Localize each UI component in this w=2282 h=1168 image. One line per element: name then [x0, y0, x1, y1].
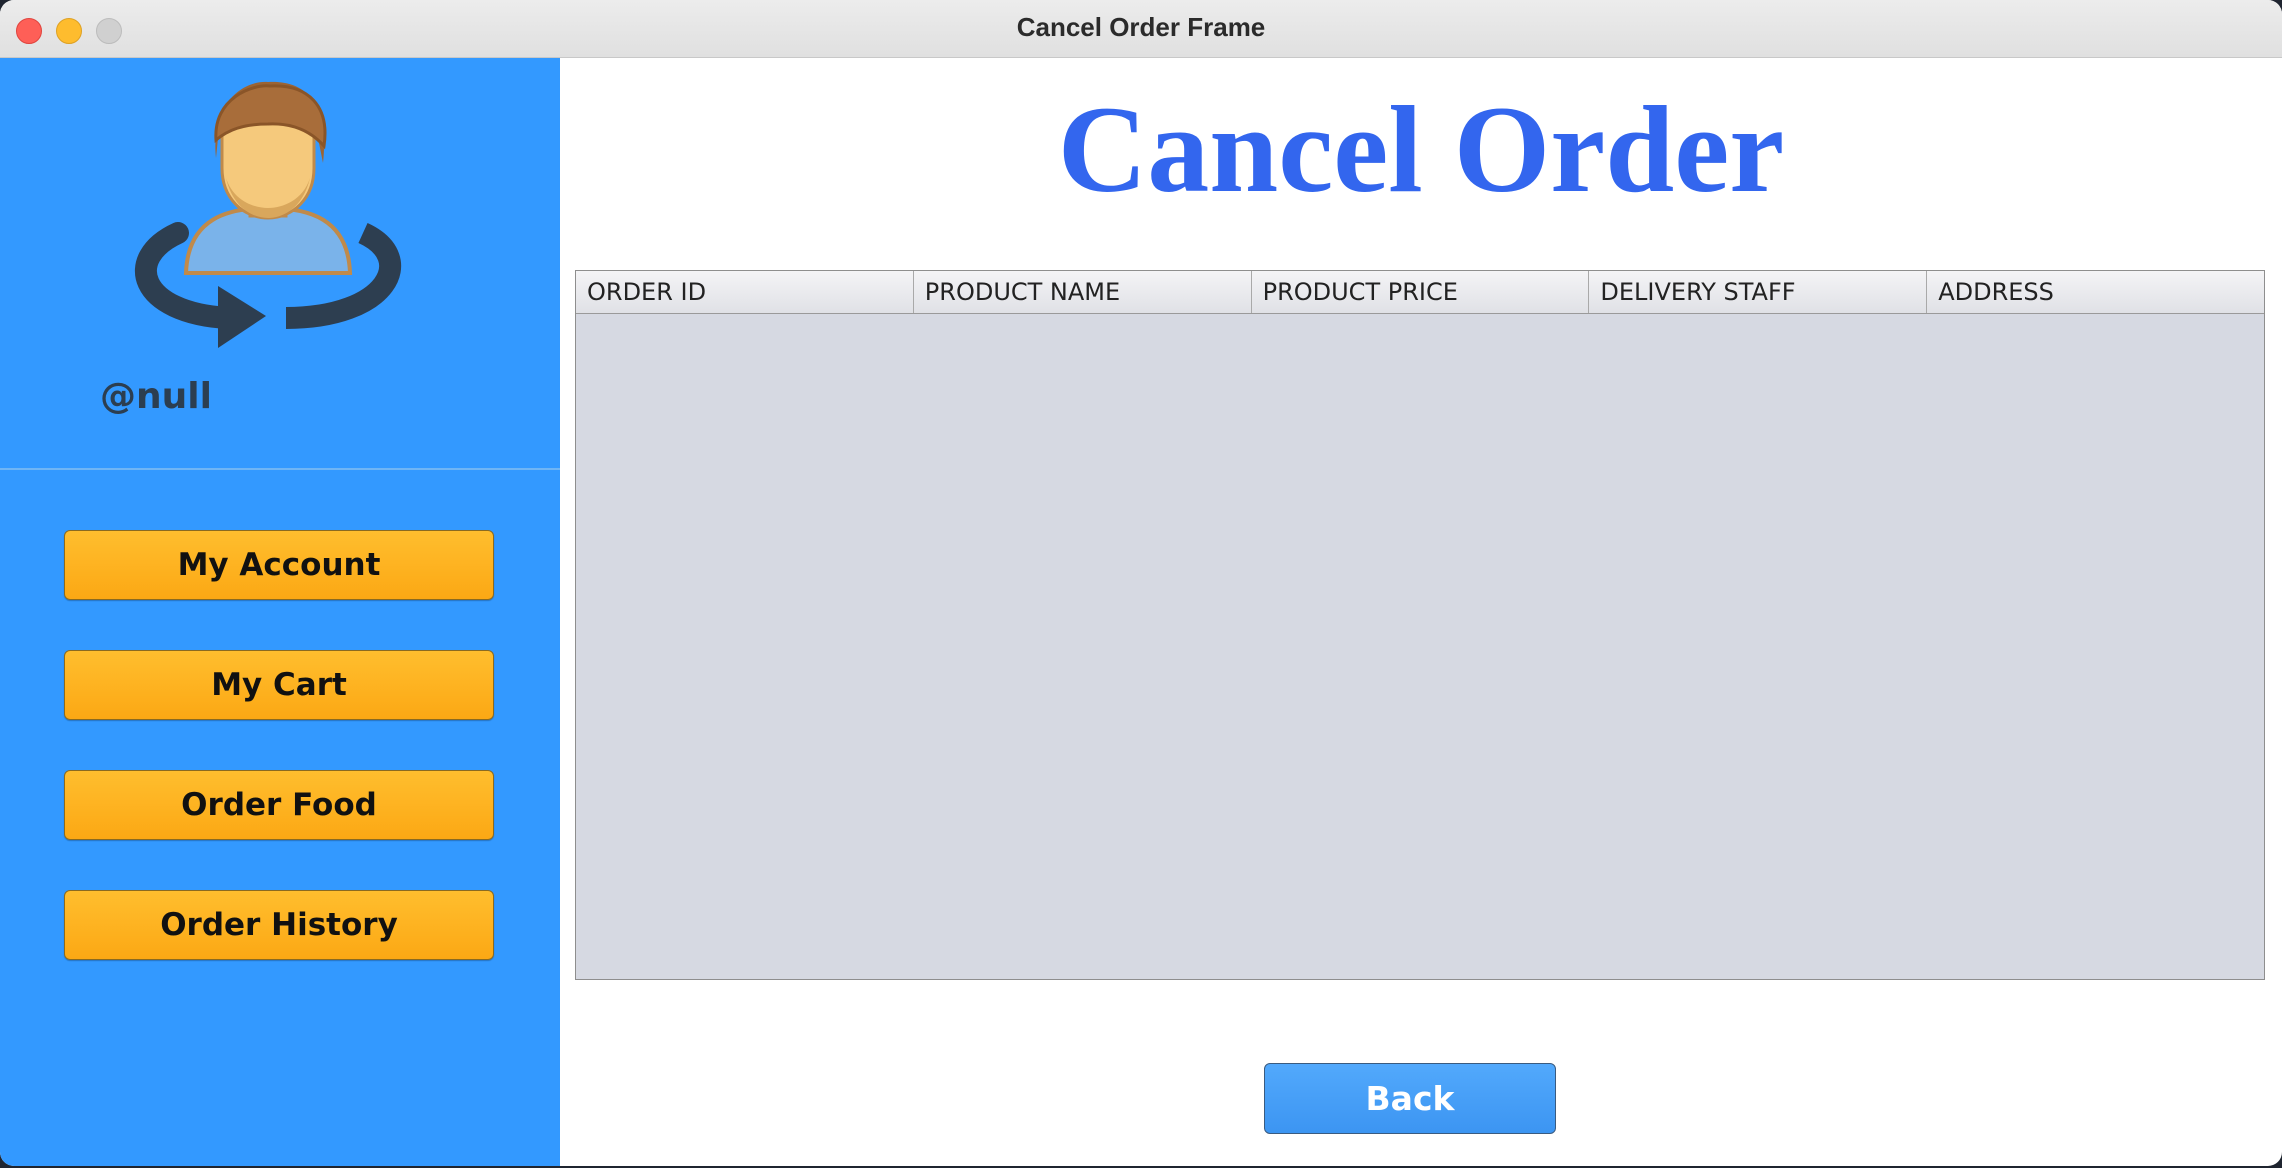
- table-header: ORDER ID PRODUCT NAME PRODUCT PRICE DELI…: [576, 271, 2264, 314]
- back-button[interactable]: Back: [1264, 1063, 1556, 1134]
- column-header-address[interactable]: ADDRESS: [1927, 271, 2264, 313]
- title-bar: Cancel Order Frame: [0, 0, 2282, 58]
- my-cart-button[interactable]: My Cart: [64, 650, 494, 720]
- column-header-delivery-staff[interactable]: DELIVERY STAFF: [1589, 271, 1928, 313]
- column-header-product-name[interactable]: PRODUCT NAME: [914, 271, 1252, 313]
- page-title: Cancel Order: [1057, 81, 1785, 218]
- user-refresh-icon: [134, 81, 402, 348]
- order-food-button[interactable]: Order Food: [64, 770, 494, 840]
- my-account-button[interactable]: My Account: [64, 530, 494, 600]
- column-header-product-price[interactable]: PRODUCT PRICE: [1252, 271, 1590, 313]
- window-title: Cancel Order Frame: [1016, 12, 1266, 42]
- sidebar: @null My Account My Cart Order Food Orde…: [0, 58, 560, 1166]
- sidebar-divider: [0, 468, 560, 470]
- app-window: Cancel Order Frame @null My Account My C…: [0, 0, 2282, 1166]
- column-header-order-id[interactable]: ORDER ID: [576, 271, 914, 313]
- order-history-button[interactable]: Order History: [64, 890, 494, 960]
- orders-table[interactable]: ORDER ID PRODUCT NAME PRODUCT PRICE DELI…: [575, 270, 2265, 980]
- username-label: @null: [100, 376, 212, 417]
